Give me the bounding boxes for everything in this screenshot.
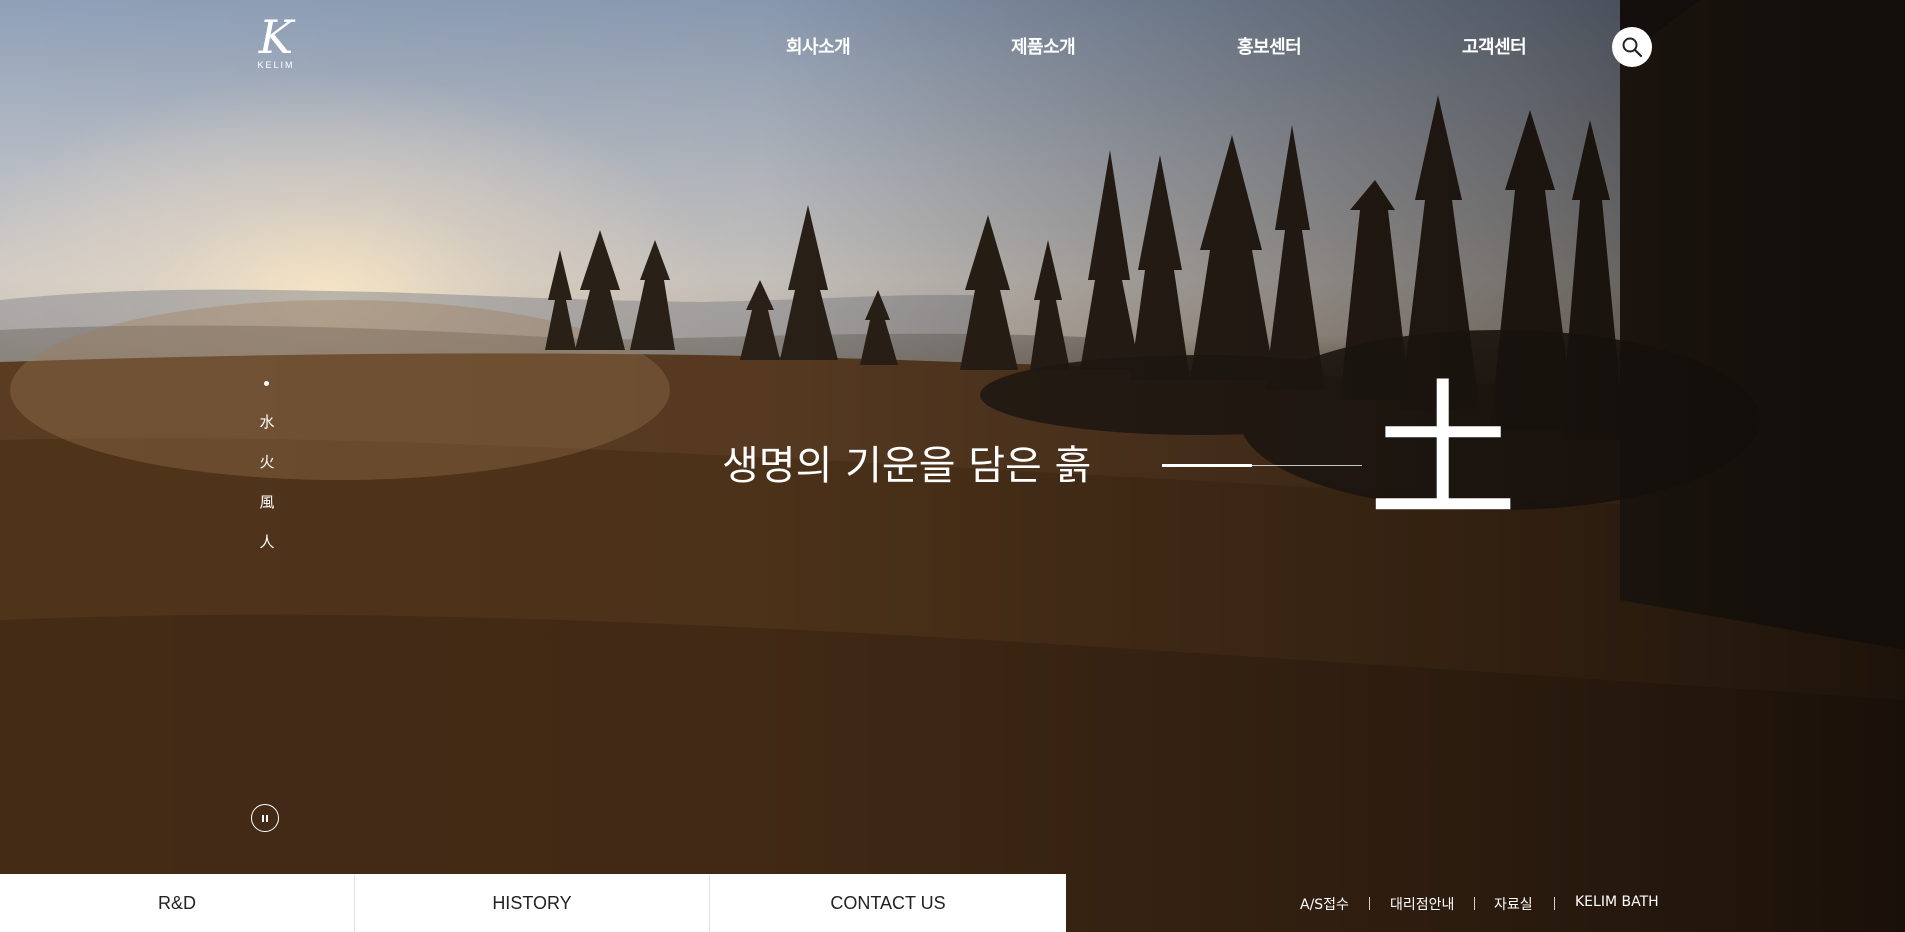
footer-link-kelim-bath[interactable]: KELIM BATH <box>1575 894 1659 910</box>
element-character: 土 <box>1368 366 1519 540</box>
slide-progress-bar <box>1162 464 1362 467</box>
quick-link-rnd[interactable]: R&D <box>0 874 355 932</box>
search-icon <box>1622 37 1643 58</box>
quick-link-history[interactable]: HISTORY <box>355 874 710 932</box>
logo-mark: K <box>258 10 294 64</box>
quick-links-bar: R&D HISTORY CONTACT US <box>0 874 1066 932</box>
logo-text: KELIM <box>257 60 295 70</box>
quick-link-contact-us[interactable]: CONTACT US <box>710 874 1066 932</box>
slide-progress-fill <box>1162 464 1252 467</box>
search-button[interactable] <box>1612 27 1652 67</box>
footer-separator <box>1369 897 1370 910</box>
nav-item-pr-center[interactable]: 홍보센터 <box>1237 33 1302 59</box>
side-item-wind[interactable]: 風 <box>253 491 281 512</box>
footer-link-archive[interactable]: 자료실 <box>1494 894 1533 914</box>
hero-headline: 생명의 기운을 담은 흙 <box>722 443 1092 489</box>
footer-separator <box>1474 897 1475 910</box>
active-indicator-dot <box>264 381 269 386</box>
footer-link-as-request[interactable]: A/S접수 <box>1300 894 1349 914</box>
side-item-water[interactable]: 水 <box>253 411 281 432</box>
nav-item-customer-center[interactable]: 고객센터 <box>1462 33 1527 59</box>
kelim-logo[interactable]: K KELIM <box>250 14 302 76</box>
nav-item-products[interactable]: 제품소개 <box>1011 33 1076 59</box>
side-item-person[interactable]: 人 <box>253 531 281 552</box>
side-item-fire[interactable]: 火 <box>253 451 281 472</box>
footer-separator <box>1554 897 1555 910</box>
nav-item-company[interactable]: 회사소개 <box>786 33 851 59</box>
footer-link-dealer-info[interactable]: 대리점안내 <box>1390 894 1454 914</box>
slideshow-pause-button[interactable] <box>251 804 279 832</box>
